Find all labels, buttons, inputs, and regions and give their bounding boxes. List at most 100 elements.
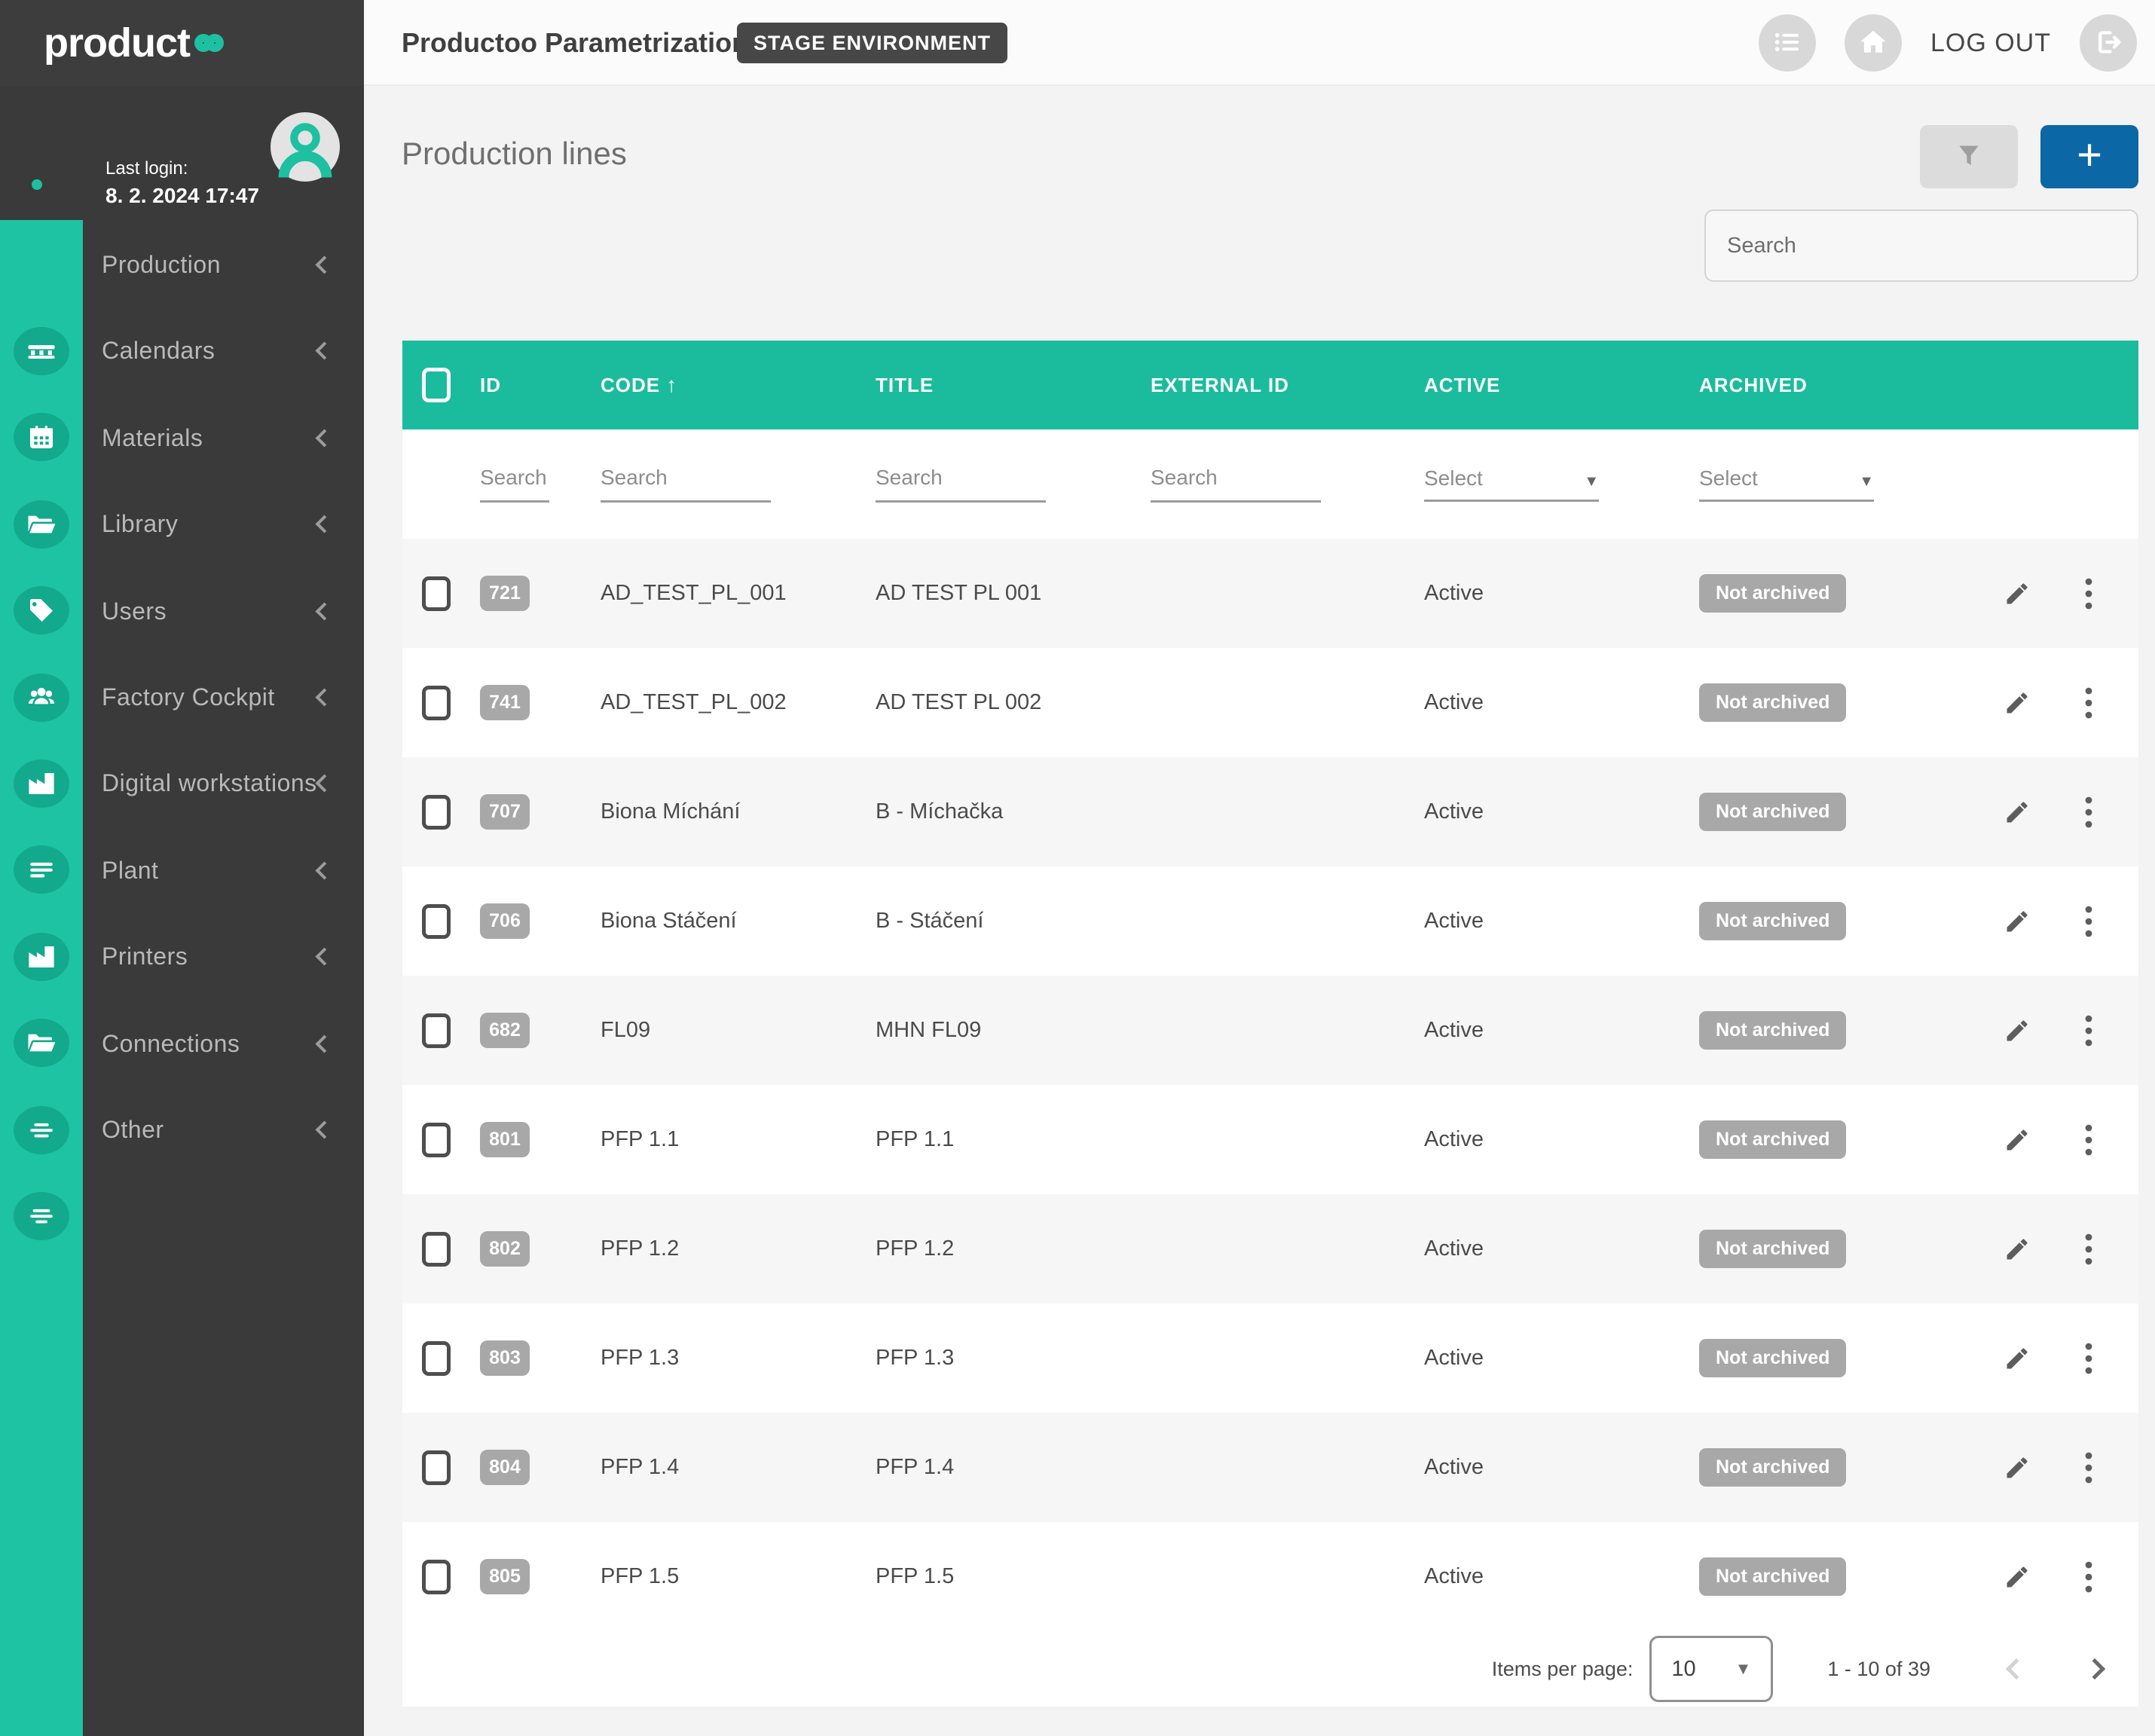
row-active: Active [1424,1127,1699,1152]
edit-button[interactable] [2004,799,2031,826]
home-button[interactable] [1845,14,1902,72]
column-header-code[interactable]: CODE↑ [601,373,876,397]
column-header-external-id[interactable]: EXTERNAL ID [1151,374,1424,397]
filter-id-input[interactable] [480,466,549,503]
sidebar-item-plant[interactable]: Plant [102,840,352,900]
sidebar-item-digital-workstations[interactable]: Digital workstations [102,753,352,813]
edit-button[interactable] [2004,1126,2031,1154]
sidebar-item-library[interactable]: Library [102,494,352,554]
avatar[interactable] [271,112,340,182]
row-menu-button[interactable] [2085,1015,2092,1047]
sidebar-item-label: Connections [102,1030,240,1058]
row-id-badge: 805 [480,1559,530,1594]
row-id-badge: 804 [480,1450,530,1485]
table-row: 802 PFP 1.2 PFP 1.2 Active Not archived [402,1194,2138,1304]
filter-active-select[interactable]: Select▼ [1424,466,1599,502]
row-menu-button[interactable] [2085,578,2092,610]
caret-down-icon: ▼ [1584,473,1599,491]
row-menu-button[interactable] [2085,1561,2092,1593]
sidebar-item-label: Plant [102,857,158,885]
sidebar-item-materials[interactable]: Materials [102,408,352,468]
page-size-select[interactable]: 10▼ [1649,1636,1773,1702]
add-button[interactable]: + [2040,125,2138,188]
row-checkbox[interactable] [422,1341,451,1376]
edit-button[interactable] [2004,1454,2031,1481]
list-menu-button[interactable] [1759,14,1816,72]
chevron-left-icon [315,429,333,447]
topbar: product Productoo Parametrization STAGE … [0,0,2155,86]
edit-button[interactable] [2004,908,2031,935]
filter-archived-select[interactable]: Select▼ [1699,466,1874,502]
row-id-badge: 801 [480,1122,530,1157]
factory-icon[interactable] [14,760,69,808]
sidebar-item-label: Library [102,510,178,538]
edit-button[interactable] [2004,689,2031,717]
filter-code-input[interactable] [601,466,771,503]
tag-icon[interactable] [14,586,69,634]
edit-button[interactable] [2004,1017,2031,1044]
edit-button[interactable] [2004,1345,2031,1372]
row-checkbox[interactable] [422,576,451,611]
pagination-range: 1 - 10 of 39 [1827,1658,1930,1681]
users-icon[interactable] [14,674,69,722]
chevron-left-icon [315,602,333,620]
row-menu-button[interactable] [2085,1124,2092,1156]
row-menu-button[interactable] [2085,1343,2092,1374]
row-menu-button[interactable] [2085,1452,2092,1484]
sidebar-item-label: Other [102,1116,164,1144]
row-id-badge: 721 [480,576,530,611]
logout-label[interactable]: LOG OUT [1930,29,2051,58]
filter-button[interactable] [1920,125,2018,188]
row-checkbox[interactable] [422,686,451,720]
row-archived-badge: Not archived [1699,1557,1846,1596]
logout-button[interactable] [2080,14,2137,72]
sidebar-item-users[interactable]: Users [102,581,352,641]
filter-title-input[interactable] [876,466,1046,503]
column-header-archived[interactable]: ARCHIVED [1699,374,2001,397]
table-row: 803 PFP 1.3 PFP 1.3 Active Not archived [402,1304,2138,1413]
row-checkbox[interactable] [422,1560,451,1594]
sidebar-item-printers[interactable]: Printers [102,926,352,986]
column-header-title[interactable]: TITLE [876,374,1151,397]
lines-center-icon[interactable] [14,1106,69,1154]
row-active: Active [1424,1564,1699,1589]
row-title: MHN FL09 [876,1018,1151,1043]
row-menu-button[interactable] [2085,1233,2092,1265]
sidebar-item-other[interactable]: Other [102,1099,352,1160]
row-checkbox[interactable] [422,1232,451,1267]
edit-button[interactable] [2004,1563,2031,1591]
filter-external-id-input[interactable] [1151,466,1321,503]
previous-page-button[interactable] [2006,1658,2027,1679]
chevron-left-icon [315,688,333,706]
select-all-checkbox[interactable] [422,368,451,402]
sidebar-item-calendars[interactable]: Calendars [102,320,352,381]
row-checkbox[interactable] [422,1450,451,1485]
search-input[interactable] [1704,209,2138,282]
row-checkbox[interactable] [422,1123,451,1157]
sidebar-item-connections[interactable]: Connections [102,1013,352,1074]
calendar-icon[interactable] [14,413,69,461]
folder-open-icon[interactable] [14,1019,69,1067]
sidebar-item-factory-cockpit[interactable]: Factory Cockpit [102,667,352,727]
row-menu-button[interactable] [2085,796,2092,828]
sidebar-item-production[interactable]: Production [102,234,352,295]
lines-center-icon[interactable] [14,1192,69,1240]
logo[interactable]: product [0,0,364,86]
edit-button[interactable] [2004,1236,2031,1263]
row-menu-button[interactable] [2085,906,2092,937]
row-checkbox[interactable] [422,904,451,939]
lines-icon[interactable] [14,845,69,894]
factory-icon[interactable] [14,933,69,981]
column-header-active[interactable]: ACTIVE [1424,374,1699,397]
sidebar-item-label: Calendars [102,337,215,365]
column-header-id[interactable]: ID [480,374,601,397]
next-page-button[interactable] [2084,1658,2105,1679]
icon-rail [0,220,83,1736]
row-menu-button[interactable] [2085,687,2092,719]
conveyor-icon[interactable] [14,327,69,375]
row-checkbox[interactable] [422,795,451,830]
chevron-left-icon [315,255,333,274]
folder-open-icon[interactable] [14,500,69,549]
edit-button[interactable] [2004,580,2031,607]
row-checkbox[interactable] [422,1013,451,1048]
